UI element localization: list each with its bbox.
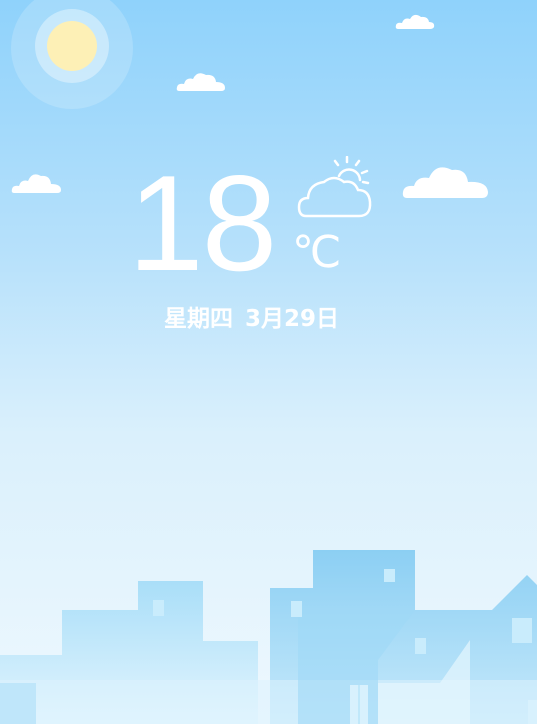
window — [291, 601, 302, 617]
cloud-icon — [176, 73, 225, 91]
weather-screen: 18 ℃ 星期四 3月29日 — [0, 0, 537, 724]
window — [528, 700, 537, 724]
cloud-icon — [395, 14, 435, 29]
temperature-unit: ℃ — [292, 227, 342, 278]
window — [415, 638, 426, 654]
temperature-value: 18 — [128, 147, 277, 299]
window — [512, 618, 532, 643]
cloud-icon — [402, 167, 488, 198]
cloud-icon — [11, 174, 61, 193]
date-label: 3月29日 — [245, 306, 340, 332]
building — [0, 683, 36, 724]
window — [153, 600, 164, 616]
window — [384, 569, 395, 582]
city-skyline-illustration — [0, 550, 537, 724]
weekday-label: 星期四 — [164, 306, 233, 332]
partly-cloudy-sun-icon — [297, 156, 372, 218]
sun-core — [47, 21, 97, 71]
date-line: 星期四 3月29日 — [164, 303, 364, 335]
